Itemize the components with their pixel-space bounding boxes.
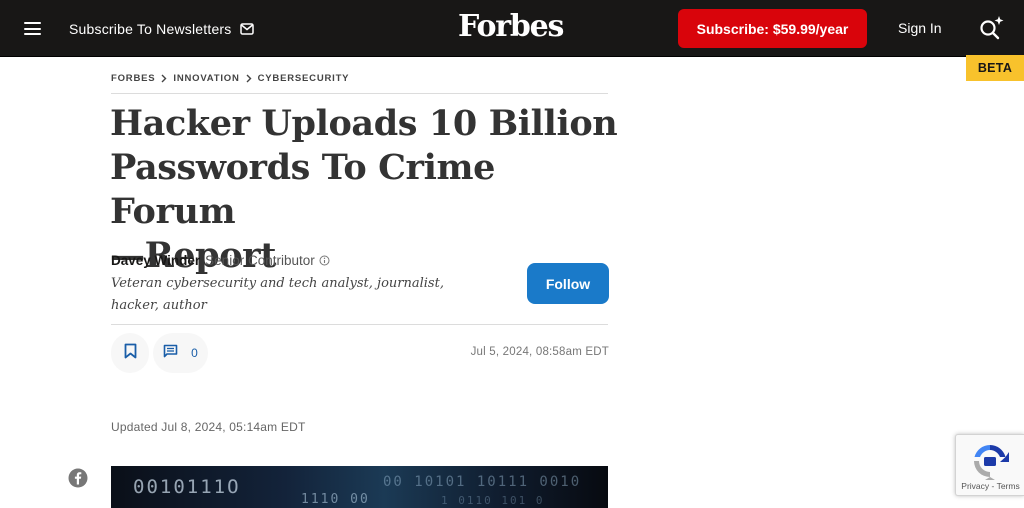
author-bio-line: hacker, author [111, 298, 207, 313]
bookmark-icon [124, 343, 137, 364]
subscribe-newsletters-link[interactable]: Subscribe To Newsletters [69, 19, 254, 39]
breadcrumb-innovation[interactable]: INNOVATION [173, 73, 239, 84]
author-bio: Veteran cybersecurity and tech analyst, … [111, 273, 471, 317]
chevron-right-icon [246, 74, 252, 83]
author-byline: Davey Winder Senior Contributor [111, 253, 330, 268]
hero-code-text: 0010111O [133, 476, 241, 498]
hero-code-text: 1 0110 101 0 [441, 494, 545, 507]
headline-line: Passwords To Crime Forum [110, 147, 495, 232]
article-hero-image: 0010111O 1110 00 00 10101 10111 0010 1 0… [111, 466, 608, 508]
divider [111, 324, 608, 325]
publish-date: Jul 5, 2024, 08:58am EDT [470, 346, 609, 358]
info-icon[interactable] [319, 255, 330, 266]
breadcrumb-cybersecurity[interactable]: CYBERSECURITY [258, 73, 350, 84]
menu-icon[interactable] [24, 22, 41, 35]
hero-code-text: 00 10101 10111 0010 [383, 474, 582, 490]
search-sparkle-icon[interactable] [978, 15, 1006, 46]
comment-icon [163, 344, 178, 363]
headline-line: Hacker Uploads 10 Billion [110, 103, 618, 144]
author-name[interactable]: Davey Winder [111, 253, 200, 268]
sign-in-link[interactable]: Sign In [898, 20, 942, 36]
comment-count: 0 [191, 346, 198, 360]
updated-date: Updated Jul 8, 2024, 05:14am EDT [111, 420, 306, 434]
article-headline: Hacker Uploads 10 Billion Passwords To C… [110, 102, 620, 278]
bookmark-button[interactable] [111, 333, 149, 373]
breadcrumb-forbes[interactable]: FORBES [111, 73, 155, 84]
author-role: Senior Contributor [205, 253, 315, 268]
facebook-icon[interactable] [68, 468, 88, 493]
newsletter-label: Subscribe To Newsletters [69, 21, 232, 37]
follow-button[interactable]: Follow [527, 263, 609, 304]
comments-button[interactable]: 0 [153, 333, 208, 373]
recaptcha-privacy-terms[interactable]: Privacy - Terms [956, 481, 1024, 491]
author-bio-line: Veteran cybersecurity and tech analyst, … [111, 276, 444, 291]
divider [111, 93, 608, 94]
recaptcha-badge[interactable]: Privacy - Terms [955, 434, 1024, 496]
subscribe-button[interactable]: Subscribe: $59.99/year [678, 9, 867, 48]
top-navigation-bar: Subscribe To Newsletters Forbes Subscrib… [0, 0, 1024, 57]
chevron-right-icon [161, 74, 167, 83]
hero-code-text: 1110 00 [301, 492, 370, 507]
recaptcha-icon [970, 442, 1010, 485]
mail-icon [239, 23, 254, 35]
beta-badge[interactable]: BETA [966, 55, 1024, 81]
forbes-logo[interactable]: Forbes [458, 9, 564, 44]
breadcrumb: FORBES INNOVATION CYBERSECURITY [111, 73, 349, 84]
